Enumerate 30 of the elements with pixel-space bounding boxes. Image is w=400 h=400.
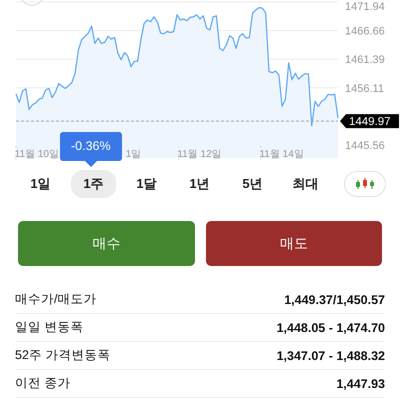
ref-line-label: 1449.97	[349, 116, 391, 128]
x-axis-label: 11월 14일	[260, 149, 304, 160]
x-axis-label: 1일	[126, 149, 142, 160]
stat-value: 1,448.05 - 1,474.70	[276, 320, 385, 334]
stat-label: 이전 종가	[15, 375, 70, 392]
candlestick-button[interactable]	[344, 171, 386, 197]
period-tab[interactable]: 1주	[71, 170, 116, 198]
period-tab[interactable]: 1일	[14, 170, 67, 198]
stat-label: 일일 변동폭	[15, 319, 84, 336]
period-tab[interactable]: 최대	[279, 170, 332, 198]
stat-value: 1,347.07 - 1,488.32	[276, 348, 385, 362]
y-axis-label: 1445.56	[345, 140, 385, 152]
x-axis-label: 11월 10일	[14, 149, 59, 160]
period-tab[interactable]: 1달	[120, 170, 173, 198]
sell-button[interactable]: 매도	[206, 221, 382, 266]
stat-label: 매수가/매도가	[15, 291, 96, 308]
y-axis-label: 1461.39	[345, 54, 385, 66]
change-tooltip: -0.36%	[60, 132, 122, 167]
y-axis-label: 1471.94	[345, 1, 385, 13]
buy-button[interactable]: 매수	[18, 221, 194, 266]
period-tab[interactable]: 1년	[173, 170, 226, 198]
stat-value: 1,449.37/1,450.57	[284, 292, 385, 306]
price-tag: 1449.97	[340, 114, 399, 128]
x-axis-label: 11월 12일	[177, 149, 222, 160]
y-axis-label: 1466.66	[345, 26, 385, 38]
candlestick-icon	[355, 177, 375, 191]
y-axis-label: 1456.11	[345, 82, 384, 95]
stat-label: 52주 가격변동폭	[15, 347, 110, 364]
stat-value: 1,447.93	[336, 376, 385, 390]
period-tab[interactable]: 5년	[226, 170, 279, 198]
